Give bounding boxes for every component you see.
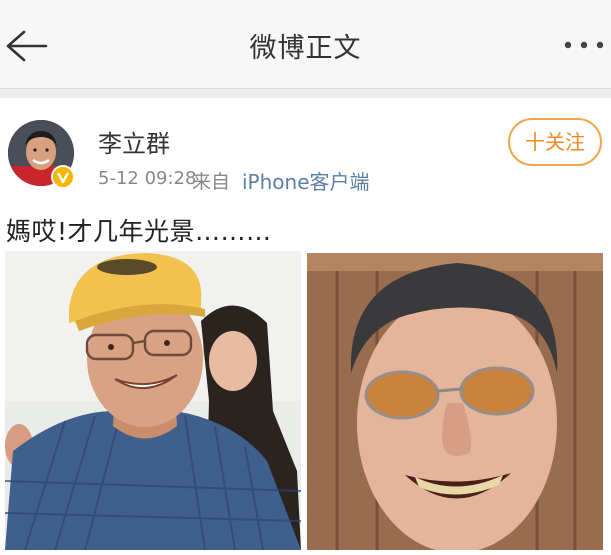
post-text: 媽哎!才几年光景……… (6, 217, 272, 246)
page-title: 微博正文 (249, 33, 362, 64)
weibo-post-page: 微博正文 李立群 5-12 09:28 来自 iPhone客户端 十关注 媽哎!… (0, 0, 611, 555)
verified-v-icon (51, 165, 75, 189)
post-image-2[interactable] (307, 253, 603, 550)
navigation-bar: 微博正文 (0, 0, 611, 89)
post-source-link[interactable]: iPhone客户端 (242, 166, 370, 195)
post-from-label: 来自 (192, 171, 231, 193)
author-name[interactable]: 李立群 (98, 124, 170, 159)
more-dots-icon (564, 41, 604, 49)
section-divider (0, 89, 611, 98)
post-timestamp: 5-12 09:28 (98, 168, 197, 189)
post-image-1[interactable] (5, 251, 301, 550)
follow-button[interactable]: 十关注 (508, 118, 602, 166)
photo-man-sunglasses (307, 253, 603, 550)
more-button[interactable] (559, 28, 609, 62)
photo-man-yellow-cap (5, 251, 301, 550)
